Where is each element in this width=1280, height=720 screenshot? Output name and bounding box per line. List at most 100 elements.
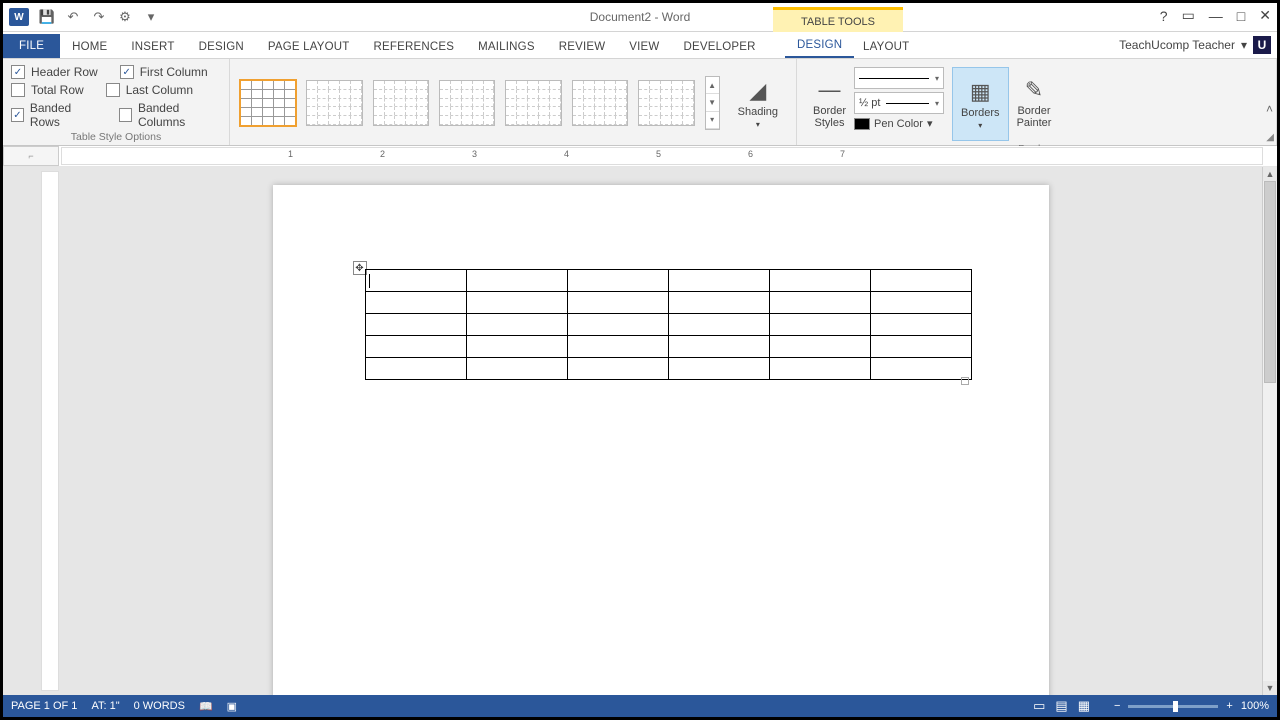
zoom-in-icon[interactable]: + bbox=[1226, 700, 1232, 712]
table-style-7[interactable] bbox=[638, 80, 694, 126]
table-resize-handle-icon[interactable] bbox=[961, 377, 969, 385]
word-app-icon[interactable]: W bbox=[9, 8, 29, 26]
chk-header-row-label: Header Row bbox=[31, 65, 98, 79]
chk-banded-columns[interactable]: Banded Columns bbox=[119, 101, 221, 129]
tab-table-design[interactable]: DESIGN bbox=[785, 34, 854, 58]
borders-dialog-launcher-icon[interactable]: ◢ bbox=[1266, 132, 1274, 143]
tab-file[interactable]: FILE bbox=[3, 34, 60, 58]
ruler-row: ⌐ 1 2 3 4 5 6 7 bbox=[3, 146, 1277, 167]
document-area: ✥ ▲ ▼ bbox=[3, 167, 1277, 695]
tab-view[interactable]: VIEW bbox=[617, 36, 671, 58]
table-style-4[interactable] bbox=[439, 80, 495, 126]
user-account[interactable]: TeachUcomp Teacher ▾ U bbox=[1119, 36, 1271, 54]
tab-table-layout[interactable]: LAYOUT bbox=[851, 36, 921, 58]
status-at[interactable]: AT: 1" bbox=[91, 700, 119, 712]
macro-icon[interactable]: ⚙ bbox=[117, 9, 133, 25]
border-styles-button[interactable]: — Border Styles bbox=[805, 67, 854, 139]
tab-home[interactable]: HOME bbox=[60, 36, 119, 58]
collapse-ribbon-icon[interactable]: ˄ bbox=[1266, 102, 1273, 116]
border-painter-button[interactable]: ✎ Border Painter bbox=[1009, 67, 1060, 139]
status-words[interactable]: 0 WORDS bbox=[134, 700, 185, 712]
status-proofing-icon[interactable]: 📖 bbox=[199, 700, 213, 713]
document-page[interactable]: ✥ bbox=[273, 185, 1049, 695]
table-style-3[interactable] bbox=[373, 80, 429, 126]
ruler-mark: 6 bbox=[748, 149, 753, 159]
app-window: W 💾 ↶ ↷ ⚙ ▾ Document2 - Word TABLE TOOLS… bbox=[0, 0, 1280, 720]
chk-total-row[interactable]: Total Row bbox=[11, 83, 84, 97]
contextual-tab-header: TABLE TOOLS bbox=[773, 7, 903, 34]
zoom-control[interactable]: − + 100% bbox=[1114, 700, 1269, 712]
web-layout-icon[interactable]: ▦ bbox=[1078, 698, 1090, 714]
tab-references[interactable]: REFERENCES bbox=[362, 36, 467, 58]
document-table[interactable] bbox=[365, 269, 972, 380]
table-style-1[interactable] bbox=[240, 80, 296, 126]
gallery-scroll[interactable]: ▲▼▾ bbox=[705, 76, 720, 130]
tab-page-layout[interactable]: PAGE LAYOUT bbox=[256, 36, 362, 58]
page-scroll-area[interactable]: ✥ bbox=[59, 167, 1262, 695]
maximize-icon[interactable]: □ bbox=[1237, 8, 1245, 24]
read-mode-icon[interactable]: ▭ bbox=[1033, 698, 1045, 714]
tab-developer[interactable]: DEVELOPER bbox=[671, 36, 767, 58]
ribbon-display-icon[interactable]: ▭ bbox=[1182, 7, 1195, 24]
scroll-thumb[interactable] bbox=[1264, 181, 1276, 383]
table-row[interactable] bbox=[365, 314, 971, 336]
line-style-combo[interactable]: ▾ bbox=[854, 67, 944, 89]
chk-banded-rows[interactable]: ✓Banded Rows bbox=[11, 101, 97, 129]
pen-color-button[interactable]: Pen Color▾ bbox=[854, 117, 944, 130]
table-style-6[interactable] bbox=[572, 80, 628, 126]
ruler-mark: 4 bbox=[564, 149, 569, 159]
chk-last-column[interactable]: Last Column bbox=[106, 83, 193, 97]
qat-dropdown-icon[interactable]: ▾ bbox=[143, 9, 159, 25]
print-layout-icon[interactable]: ▤ bbox=[1055, 698, 1067, 714]
line-weight-combo[interactable]: ½ pt▾ bbox=[854, 92, 944, 114]
tab-mailings[interactable]: MAILINGS bbox=[466, 36, 547, 58]
shading-label: Shading bbox=[738, 106, 778, 118]
undo-icon[interactable]: ↶ bbox=[65, 9, 81, 25]
zoom-out-icon[interactable]: − bbox=[1114, 700, 1120, 712]
ribbon-tabs: FILE HOME INSERT DESIGN PAGE LAYOUT REFE… bbox=[3, 32, 1277, 59]
borders-button[interactable]: ▦ Borders ▾ bbox=[952, 67, 1009, 141]
tab-design-main[interactable]: DESIGN bbox=[187, 36, 256, 58]
window-title: Document2 - Word bbox=[590, 10, 690, 24]
redo-icon[interactable]: ↷ bbox=[91, 9, 107, 25]
title-bar: W 💾 ↶ ↷ ⚙ ▾ Document2 - Word TABLE TOOLS… bbox=[3, 3, 1277, 32]
status-bar: PAGE 1 OF 1 AT: 1" 0 WORDS 📖 ▣ ▭ ▤ ▦ − +… bbox=[3, 695, 1277, 717]
chk-banded-rows-label: Banded Rows bbox=[30, 101, 97, 129]
ruler-mark: 5 bbox=[656, 149, 661, 159]
close-icon[interactable]: ✕ bbox=[1259, 7, 1271, 24]
zoom-value[interactable]: 100% bbox=[1241, 700, 1269, 712]
table-row[interactable] bbox=[365, 336, 971, 358]
save-icon[interactable]: 💾 bbox=[39, 9, 55, 25]
user-dropdown-icon[interactable]: ▾ bbox=[1241, 38, 1247, 52]
status-macro-icon[interactable]: ▣ bbox=[227, 700, 237, 713]
line-weight-value: ½ pt bbox=[859, 97, 880, 109]
help-icon[interactable]: ? bbox=[1160, 8, 1168, 24]
border-painter-icon: ✎ bbox=[1021, 77, 1047, 103]
minimize-icon[interactable]: — bbox=[1209, 8, 1223, 24]
ruler-corner[interactable]: ⌐ bbox=[3, 146, 59, 166]
tab-insert[interactable]: INSERT bbox=[119, 36, 186, 58]
ruler-mark: 2 bbox=[380, 149, 385, 159]
chk-header-row[interactable]: ✓Header Row bbox=[11, 65, 98, 79]
vertical-scrollbar[interactable]: ▲ ▼ bbox=[1262, 167, 1277, 695]
pen-color-label: Pen Color bbox=[874, 118, 923, 130]
group-borders: — Border Styles ▾ ½ pt▾ Pen Color▾ ▦ Bor… bbox=[797, 59, 1277, 145]
scroll-up-icon[interactable]: ▲ bbox=[1263, 167, 1277, 181]
chk-last-column-label: Last Column bbox=[126, 83, 193, 97]
table-row[interactable] bbox=[365, 292, 971, 314]
vertical-ruler[interactable] bbox=[41, 171, 59, 691]
table-style-2[interactable] bbox=[306, 80, 362, 126]
table-style-5[interactable] bbox=[505, 80, 561, 126]
table-row[interactable] bbox=[365, 270, 971, 292]
scroll-down-icon[interactable]: ▼ bbox=[1263, 681, 1277, 695]
zoom-slider[interactable] bbox=[1128, 705, 1218, 708]
user-badge-icon[interactable]: U bbox=[1253, 36, 1271, 54]
horizontal-ruler[interactable]: 1 2 3 4 5 6 7 bbox=[61, 147, 1263, 165]
chk-first-column[interactable]: ✓First Column bbox=[120, 65, 208, 79]
status-page[interactable]: PAGE 1 OF 1 bbox=[11, 700, 77, 712]
shading-button[interactable]: ◢ Shading ▾ bbox=[730, 67, 786, 139]
table-row[interactable] bbox=[365, 358, 971, 380]
quick-access-toolbar: W 💾 ↶ ↷ ⚙ ▾ bbox=[3, 8, 159, 26]
tab-review[interactable]: REVIEW bbox=[547, 36, 618, 58]
ruler-mark: 3 bbox=[472, 149, 477, 159]
